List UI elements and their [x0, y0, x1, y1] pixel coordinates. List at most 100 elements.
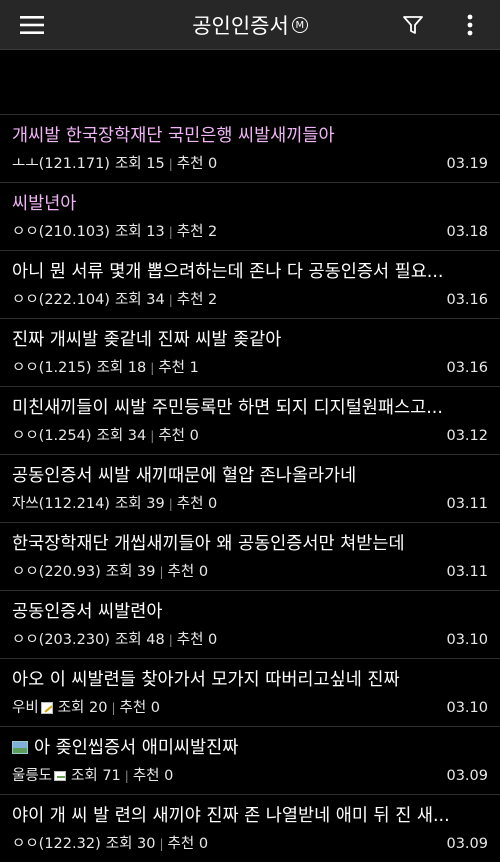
- post-likes: 추천 0: [176, 496, 218, 512]
- post-title-text: 아오 이 씨발련들 찾아가서 모가지 따버리고싶네 진짜: [12, 670, 400, 690]
- post-row[interactable]: 아 좆인씹증서 애미씨발진짜 울릉도 조회 71 | 추천 0 03.09: [0, 726, 500, 794]
- post-views: 조회 15: [114, 156, 165, 172]
- post-author: 자쓰(112.214): [12, 496, 110, 512]
- post-title-text: 미친새끼들이 씨발 주민등록만 하면 되지 디지털원패스고...: [12, 398, 443, 418]
- post-title[interactable]: 씨발년아: [12, 192, 488, 216]
- post-author: ㅗㅗ(121.171): [12, 156, 110, 172]
- meta-separator: |: [168, 293, 173, 307]
- pen-icon: [40, 702, 53, 714]
- gallery-title: 공인인증서: [192, 14, 289, 38]
- post-date: 03.11: [446, 564, 488, 580]
- post-meta: 우비 조회 20 | 추천 0: [12, 698, 442, 718]
- post-title[interactable]: 공동인증서 씨발련아: [12, 600, 488, 624]
- post-views: 조회 18: [96, 360, 147, 376]
- meta-separator: |: [111, 701, 116, 715]
- badge-icon: [54, 771, 67, 781]
- post-likes: 추천 1: [158, 360, 199, 376]
- post-author: 우비: [12, 700, 39, 716]
- post-meta: ㅇㅇ(220.93) 조회 39 | 추천 0: [12, 562, 442, 582]
- post-row[interactable]: 공동인증서 씨발련아 ㅇㅇ(203.230) 조회 48 | 추천 0 03.1…: [0, 590, 500, 658]
- post-title-text: 아니 뭔 서류 몇개 뽑으려하는데 존나 다 공동인증서 필요...: [12, 262, 444, 282]
- post-likes: 추천 0: [176, 156, 218, 172]
- meta-separator: |: [168, 225, 173, 239]
- post-date: 03.09: [446, 768, 488, 784]
- post-author: ㅇㅇ(210.103): [12, 224, 110, 240]
- post-row[interactable]: 야이 개 씨 발 련의 새끼야 진짜 존 나열받네 애미 뒤 진 새... ㅇㅇ…: [0, 794, 500, 862]
- post-author: ㅇㅇ(222.104): [12, 292, 110, 308]
- blank-area: [0, 50, 500, 114]
- post-date: 03.16: [446, 292, 488, 308]
- post-views: 조회 34: [96, 428, 147, 444]
- post-likes: 추천 0: [167, 836, 209, 852]
- post-date: 03.18: [446, 224, 488, 240]
- post-title[interactable]: 진짜 개씨발 좆같네 진짜 씨발 좆같아: [12, 328, 488, 352]
- meta-separator: |: [168, 497, 173, 511]
- post-title-text: 공동인증서 씨발련아: [12, 602, 163, 622]
- post-likes: 추천 0: [119, 700, 160, 716]
- post-author: ㅇㅇ(1.215): [12, 360, 92, 376]
- post-meta: 울릉도 조회 71 | 추천 0: [12, 766, 442, 786]
- post-views: 조회 30: [105, 836, 156, 852]
- post-title[interactable]: 아오 이 씨발련들 찾아가서 모가지 따버리고싶네 진짜: [12, 668, 488, 692]
- post-title-text: 개씨발 한국장학재단 국민은행 씨발새끼들아: [12, 126, 335, 146]
- post-row[interactable]: 한국장학재단 개씹새끼들아 왜 공동인증서만 쳐받는데 ㅇㅇ(220.93) 조…: [0, 522, 500, 590]
- post-author: ㅇㅇ(1.254): [12, 428, 92, 444]
- post-row[interactable]: 진짜 개씨발 좆같네 진짜 씨발 좆같아 ㅇㅇ(1.215) 조회 18 | 추…: [0, 318, 500, 386]
- image-icon: [12, 741, 28, 754]
- post-title[interactable]: 미친새끼들이 씨발 주민등록만 하면 되지 디지털원패스고...: [12, 396, 488, 420]
- post-likes: 추천 0: [158, 428, 199, 444]
- post-title[interactable]: 공동인증서 씨발 새끼때문에 혈압 존나올라가네: [12, 464, 488, 488]
- post-date: 03.19: [446, 156, 488, 172]
- meta-separator: |: [150, 361, 155, 375]
- post-views: 조회 34: [114, 292, 165, 308]
- post-meta: ㅇㅇ(122.32) 조회 30 | 추천 0: [12, 834, 442, 854]
- post-meta: ㅇㅇ(1.254) 조회 34 | 추천 0: [12, 426, 442, 446]
- post-row[interactable]: 미친새끼들이 씨발 주민등록만 하면 되지 디지털원패스고... ㅇㅇ(1.25…: [0, 386, 500, 454]
- post-row[interactable]: 아니 뭔 서류 몇개 뽑으려하는데 존나 다 공동인증서 필요... ㅇㅇ(22…: [0, 250, 500, 318]
- post-title-text: 아 좆인씹증서 애미씨발진짜: [34, 738, 239, 758]
- post-row[interactable]: 씨발년아 ㅇㅇ(210.103) 조회 13 | 추천 2 03.18: [0, 182, 500, 250]
- post-author: ㅇㅇ(203.230): [12, 632, 110, 648]
- post-meta: ㅇㅇ(222.104) 조회 34 | 추천 2: [12, 290, 442, 310]
- post-title[interactable]: 아니 뭔 서류 몇개 뽑으려하는데 존나 다 공동인증서 필요...: [12, 260, 488, 284]
- filter-icon[interactable]: [398, 11, 428, 39]
- post-likes: 추천 0: [176, 632, 218, 648]
- post-title[interactable]: 개씨발 한국장학재단 국민은행 씨발새끼들아: [12, 124, 488, 148]
- post-meta: ㅇㅇ(210.103) 조회 13 | 추천 2: [12, 222, 442, 242]
- post-views: 조회 71: [71, 768, 121, 784]
- meta-separator: |: [159, 565, 164, 579]
- post-title[interactable]: 아 좆인씹증서 애미씨발진짜: [12, 736, 488, 760]
- hamburger-icon[interactable]: [10, 9, 54, 41]
- post-title[interactable]: 한국장학재단 개씹새끼들아 왜 공동인증서만 쳐받는데: [12, 532, 488, 556]
- minor-gallery-badge: M: [291, 17, 308, 33]
- page-title[interactable]: 공인인증서 M: [150, 0, 350, 50]
- post-views: 조회 39: [114, 496, 165, 512]
- post-likes: 추천 2: [176, 292, 218, 308]
- post-likes: 추천 0: [167, 564, 209, 580]
- post-title-text: 진짜 개씨발 좆같네 진짜 씨발 좆같아: [12, 330, 282, 350]
- post-likes: 추천 0: [132, 768, 174, 784]
- post-date: 03.12: [446, 428, 488, 444]
- post-list: 개씨발 한국장학재단 국민은행 씨발새끼들아 ㅗㅗ(121.171) 조회 15…: [0, 114, 500, 862]
- post-meta: ㅇㅇ(1.215) 조회 18 | 추천 1: [12, 358, 442, 378]
- meta-separator: |: [168, 633, 173, 647]
- post-author: ㅇㅇ(122.32): [12, 836, 101, 852]
- meta-separator: |: [124, 769, 129, 783]
- post-date: 03.11: [446, 496, 488, 512]
- post-date: 03.09: [446, 836, 488, 852]
- post-row[interactable]: 개씨발 한국장학재단 국민은행 씨발새끼들아 ㅗㅗ(121.171) 조회 15…: [0, 114, 500, 182]
- post-meta: ㅇㅇ(203.230) 조회 48 | 추천 0: [12, 630, 442, 650]
- post-views: 조회 39: [105, 564, 156, 580]
- post-row[interactable]: 공동인증서 씨발 새끼때문에 혈압 존나올라가네 자쓰(112.214) 조회 …: [0, 454, 500, 522]
- post-meta: ㅗㅗ(121.171) 조회 15 | 추천 0: [12, 154, 442, 174]
- meta-separator: |: [150, 429, 155, 443]
- post-row[interactable]: 아오 이 씨발련들 찾아가서 모가지 따버리고싶네 진짜 우비 조회 20 | …: [0, 658, 500, 726]
- meta-separator: |: [168, 157, 173, 171]
- post-title-text: 야이 개 씨 발 련의 새끼야 진짜 존 나열받네 애미 뒤 진 새...: [12, 806, 450, 826]
- post-views: 조회 48: [114, 632, 165, 648]
- post-title[interactable]: 야이 개 씨 발 련의 새끼야 진짜 존 나열받네 애미 뒤 진 새...: [12, 804, 488, 828]
- post-date: 03.10: [446, 700, 488, 716]
- post-author: ㅇㅇ(220.93): [12, 564, 101, 580]
- more-vertical-icon[interactable]: [455, 10, 485, 40]
- post-views: 조회 13: [114, 224, 165, 240]
